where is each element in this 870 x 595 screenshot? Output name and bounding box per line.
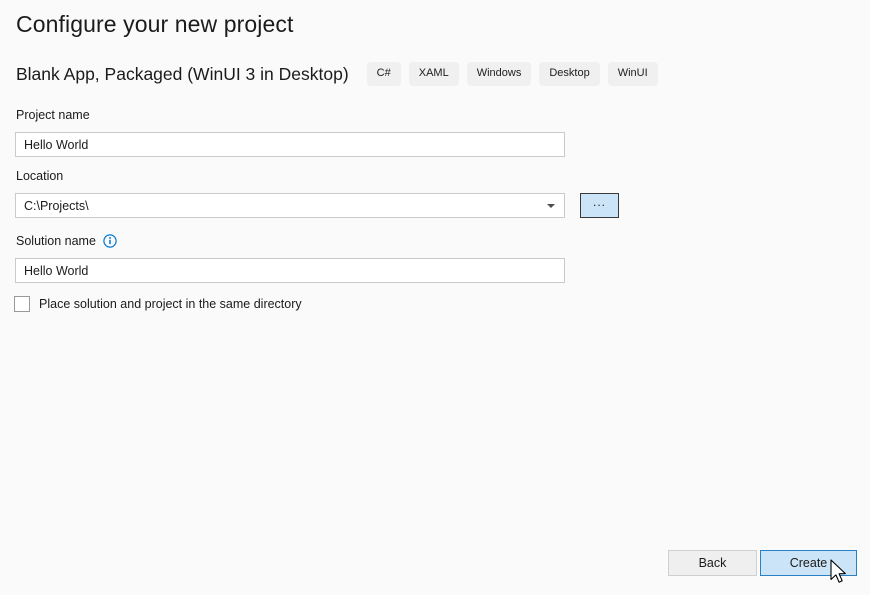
project-name-label: Project name xyxy=(16,108,90,122)
page-title: Configure your new project xyxy=(16,11,293,38)
info-icon[interactable] xyxy=(103,234,117,248)
solution-name-label: Solution name xyxy=(16,234,96,248)
project-name-input[interactable]: Hello World xyxy=(15,132,565,157)
solution-name-input[interactable]: Hello World xyxy=(15,258,565,283)
same-directory-checkbox-row[interactable]: Place solution and project in the same d… xyxy=(14,296,302,312)
chevron-down-icon[interactable] xyxy=(538,194,564,217)
back-button-label: Back xyxy=(699,556,727,570)
template-summary-row: Blank App, Packaged (WinUI 3 in Desktop)… xyxy=(16,62,658,86)
create-button[interactable]: Create xyxy=(760,550,857,576)
location-input[interactable]: C:\Projects\ xyxy=(16,199,538,213)
template-tag-csharp: C# xyxy=(367,62,401,86)
browse-location-button[interactable]: ... xyxy=(580,193,619,218)
template-tag-list: C# XAML Windows Desktop WinUI xyxy=(367,62,658,86)
template-tag-winui: WinUI xyxy=(608,62,658,86)
template-name: Blank App, Packaged (WinUI 3 in Desktop) xyxy=(16,64,349,85)
solution-name-label-row: Solution name xyxy=(16,234,117,248)
configure-project-dialog: Configure your new project Blank App, Pa… xyxy=(0,0,870,595)
location-label: Location xyxy=(16,169,63,183)
browse-button-label: ... xyxy=(593,195,606,209)
same-directory-checkbox[interactable] xyxy=(14,296,30,312)
template-tag-xaml: XAML xyxy=(409,62,459,86)
template-tag-desktop: Desktop xyxy=(539,62,599,86)
template-tag-windows: Windows xyxy=(467,62,532,86)
same-directory-checkbox-label: Place solution and project in the same d… xyxy=(39,297,302,311)
back-button[interactable]: Back xyxy=(668,550,757,576)
location-combobox[interactable]: C:\Projects\ xyxy=(15,193,565,218)
create-button-label: Create xyxy=(790,556,828,570)
